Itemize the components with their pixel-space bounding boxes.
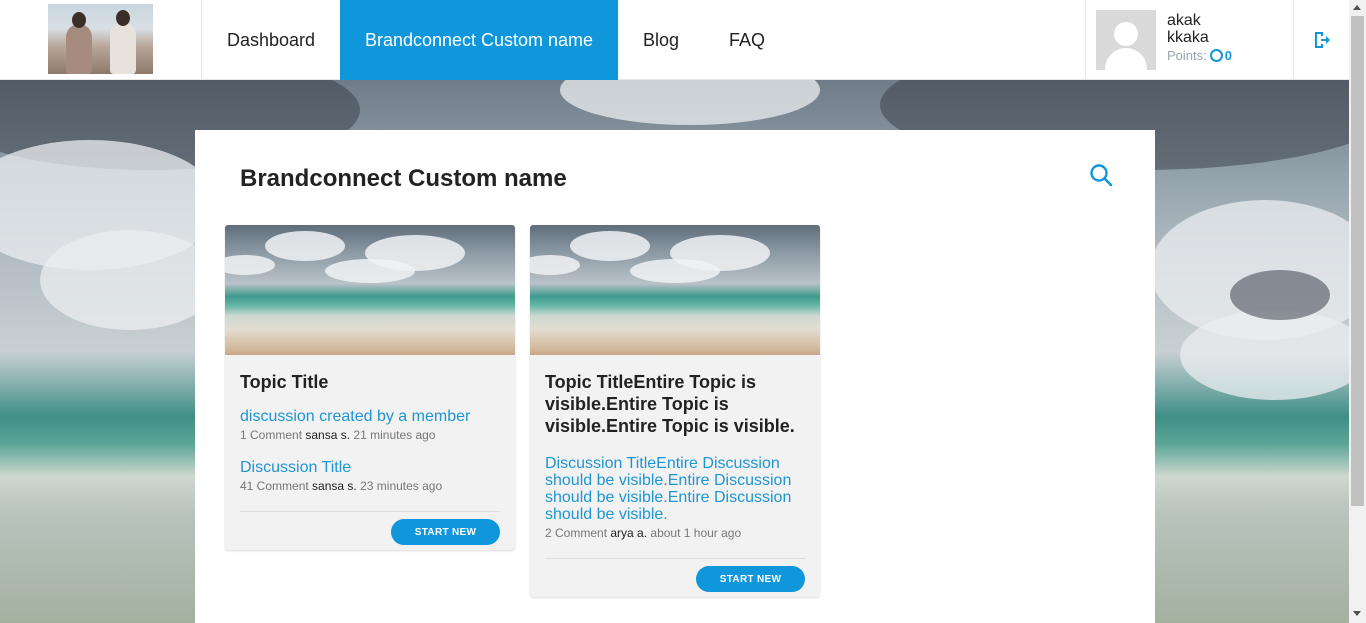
user-last-name: kkaka	[1167, 29, 1209, 46]
logout-icon[interactable]	[1313, 31, 1331, 49]
top-header: Dashboard Brandconnect Custom name Blog …	[0, 0, 1349, 80]
discussion-link[interactable]: Discussion Title	[240, 459, 500, 476]
scrollbar-thumb[interactable]	[1351, 16, 1364, 506]
user-first-name: akak	[1167, 12, 1201, 29]
start-new-button[interactable]: START NEW	[391, 519, 500, 545]
brand-logo[interactable]	[48, 4, 153, 74]
discussion-link[interactable]: discussion created by a member	[240, 408, 500, 425]
discussion-author[interactable]: arya a.	[610, 526, 647, 540]
topic-card[interactable]: Topic TitleEntire Topic is visible.Entir…	[530, 225, 820, 597]
discussion-meta: 41 Comment sansa s. 23 minutes ago	[240, 479, 500, 493]
scroll-up-arrow-icon[interactable]	[1353, 5, 1361, 10]
discussion-meta: 1 Comment sansa s. 21 minutes ago	[240, 428, 500, 442]
nav-item-brandconnect[interactable]: Brandconnect Custom name	[340, 0, 618, 80]
card-divider	[240, 511, 500, 512]
discussion-author[interactable]: sansa s.	[312, 479, 357, 493]
nav-divider	[1085, 0, 1086, 80]
topic-card[interactable]: Topic Title discussion created by a memb…	[225, 225, 515, 550]
search-icon[interactable]	[1089, 163, 1113, 187]
nav-item-blog[interactable]: Blog	[618, 0, 704, 80]
nav-item-dashboard[interactable]: Dashboard	[202, 0, 340, 80]
discussion-time: about 1 hour ago	[650, 526, 742, 540]
topic-title[interactable]: Topic Title	[240, 371, 500, 393]
topic-title[interactable]: Topic TitleEntire Topic is visible.Entir…	[545, 371, 805, 437]
topics-panel: Brandconnect Custom name Topic Title dis…	[195, 130, 1155, 623]
nav-divider	[1293, 0, 1294, 80]
topic-card-image	[530, 225, 820, 355]
scroll-down-arrow-icon[interactable]	[1353, 611, 1361, 616]
discussion-item: discussion created by a member 1 Comment…	[240, 408, 500, 442]
discussion-item: Discussion TitleEntire Discussion should…	[545, 455, 805, 540]
comment-count: 1 Comment	[240, 428, 303, 442]
points-value: 0	[1224, 48, 1232, 63]
points-row: Points: 0	[1167, 48, 1232, 63]
start-new-button[interactable]: START NEW	[696, 566, 805, 592]
discussion-link[interactable]: Discussion TitleEntire Discussion should…	[545, 455, 805, 523]
card-divider	[545, 558, 805, 559]
discussion-time: 23 minutes ago	[360, 479, 443, 493]
default-avatar-icon[interactable]	[1096, 10, 1156, 70]
comment-count: 2 Comment	[545, 526, 608, 540]
discussion-item: Discussion Title 41 Comment sansa s. 23 …	[240, 459, 500, 493]
discussion-author[interactable]: sansa s.	[305, 428, 350, 442]
nav-item-faq[interactable]: FAQ	[704, 0, 790, 80]
comment-count: 41 Comment	[240, 479, 309, 493]
page-title: Brandconnect Custom name	[240, 165, 567, 192]
points-label: Points:	[1167, 48, 1207, 63]
page-scrollbar[interactable]	[1349, 0, 1366, 623]
discussion-meta: 2 Comment arya a. about 1 hour ago	[545, 526, 805, 540]
topic-card-image	[225, 225, 515, 355]
discussion-time: 21 minutes ago	[353, 428, 436, 442]
points-ring-icon	[1209, 49, 1223, 62]
